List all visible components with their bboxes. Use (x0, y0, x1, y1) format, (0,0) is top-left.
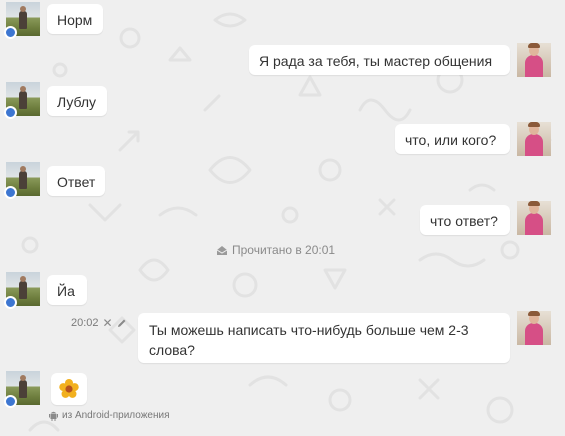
incoming-message-bubble[interactable]: Норм (47, 4, 103, 34)
message-text: что ответ? (430, 213, 498, 229)
contact-avatar[interactable] (4, 272, 40, 309)
read-status: Прочитано в 20:01 (216, 243, 335, 257)
online-status-icon (4, 186, 17, 199)
online-status-icon (4, 395, 17, 408)
message-text: Лублу (57, 94, 97, 110)
message-time: 20:02 (71, 317, 99, 329)
contact-avatar[interactable] (4, 2, 40, 39)
online-status-icon (4, 106, 17, 119)
incoming-sticker-bubble[interactable] (51, 373, 87, 405)
user-avatar[interactable] (517, 122, 551, 156)
message-text: Я рада за тебя, ты мастер общения (259, 53, 493, 69)
outgoing-message-bubble[interactable]: Я рада за тебя, ты мастер общения (249, 45, 510, 75)
message-text: Йа (57, 283, 75, 299)
android-app-note-text: из Android-приложения (62, 410, 170, 421)
incoming-message-bubble[interactable]: Лублу (47, 86, 107, 116)
incoming-message-bubble[interactable]: Йа (47, 275, 87, 305)
message-text: что, или кого? (405, 132, 497, 148)
edit-pencil-icon[interactable] (117, 318, 127, 328)
message-text: Ты можешь написать что-нибудь больше чем… (149, 322, 469, 358)
message-text: Ответ (57, 174, 96, 190)
envelope-open-icon (216, 245, 228, 255)
contact-avatar[interactable] (4, 162, 40, 199)
user-avatar[interactable] (517, 43, 551, 77)
online-status-icon (4, 296, 17, 309)
contact-avatar[interactable] (4, 82, 40, 119)
outgoing-message-bubble[interactable]: Ты можешь написать что-нибудь больше чем… (138, 313, 510, 363)
android-icon (49, 411, 58, 421)
user-avatar[interactable] (517, 311, 551, 345)
flower-emoji-icon (59, 379, 79, 398)
user-avatar[interactable] (517, 201, 551, 235)
outgoing-message-bubble[interactable]: что, или кого? (395, 124, 510, 154)
android-app-note: из Android-приложения (49, 410, 169, 421)
read-status-text: Прочитано в 20:01 (232, 243, 336, 257)
outgoing-message-bubble[interactable]: что ответ? (420, 205, 510, 235)
delete-icon[interactable]: ✕ (103, 316, 113, 330)
incoming-message-bubble[interactable]: Ответ (47, 166, 105, 196)
contact-avatar[interactable] (4, 371, 40, 408)
online-status-icon (4, 26, 17, 39)
message-meta: 20:02 ✕ (71, 316, 127, 330)
message-text: Норм (57, 12, 93, 28)
